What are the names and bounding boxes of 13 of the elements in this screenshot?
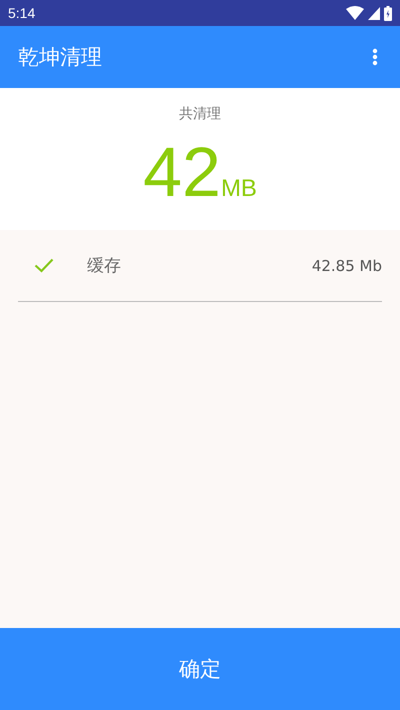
amount-unit: MB bbox=[220, 175, 257, 203]
app-title: 乾坤清理 bbox=[18, 44, 102, 71]
item-name: 缓存 bbox=[87, 255, 121, 277]
status-time: 5:14 bbox=[8, 5, 36, 21]
battery-icon bbox=[384, 6, 392, 20]
item-size: 42.85 Mb bbox=[312, 256, 382, 274]
confirm-button[interactable]: 确定 bbox=[0, 628, 400, 710]
more-menu-icon[interactable] bbox=[372, 48, 378, 66]
signal-icon bbox=[368, 6, 380, 20]
summary-label: 共清理 bbox=[179, 105, 221, 123]
cleaned-amount: 42 bbox=[143, 137, 221, 207]
check-icon[interactable] bbox=[34, 258, 54, 273]
wifi-icon bbox=[346, 6, 364, 20]
